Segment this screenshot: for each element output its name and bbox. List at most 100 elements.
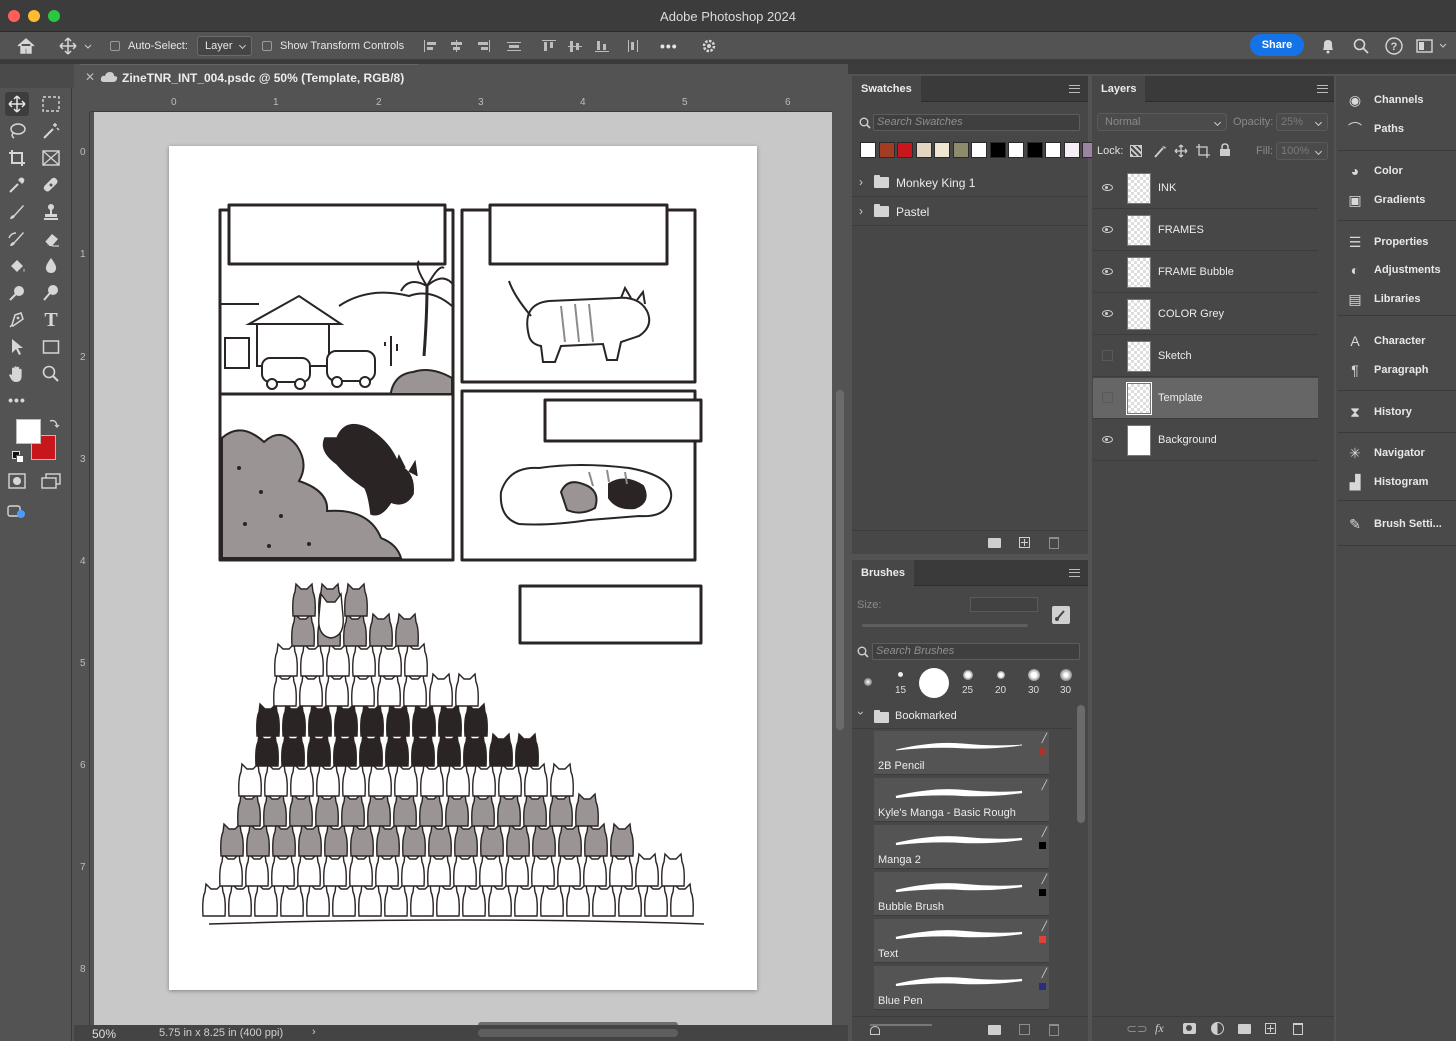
adjustment-layer-icon[interactable] (1211, 1022, 1224, 1035)
chevron-right-icon[interactable]: › (859, 204, 863, 218)
path-selection-icon[interactable] (5, 335, 29, 359)
document-page[interactable] (169, 146, 757, 990)
blur-tool-icon[interactable] (39, 254, 63, 278)
canvas-vertical-scroll-thumb[interactable] (836, 390, 844, 730)
dock-item-history[interactable]: ⧗ History (1345, 400, 1412, 424)
align-top-icon[interactable] (542, 40, 556, 52)
move-tool-preset-icon[interactable] (58, 32, 92, 60)
eyedropper-icon[interactable] (5, 173, 29, 197)
align-left-icon[interactable] (424, 40, 438, 52)
dock-item-paragraph[interactable]: ¶ Paragraph (1345, 358, 1428, 382)
brush-item[interactable]: ╱ Blue Pen (874, 966, 1049, 1010)
search-swatches-input[interactable]: Search Swatches (873, 114, 1080, 131)
edit-toolbar-icon[interactable]: ••• (5, 388, 29, 412)
color-swatch[interactable] (934, 142, 950, 158)
new-brush-icon[interactable] (1052, 606, 1070, 624)
layer-row[interactable]: FRAMES (1093, 210, 1318, 251)
distribute-icon[interactable] (507, 40, 521, 52)
zoom-brush-icon[interactable] (39, 281, 63, 305)
pen-tool-icon[interactable] (5, 308, 29, 332)
lock-image-pixels-icon[interactable] (1153, 144, 1167, 161)
dock-item-libraries[interactable]: ▤ Libraries (1345, 287, 1420, 311)
layers-tab[interactable]: Layers (1092, 76, 1146, 102)
workspace-icon[interactable] (1416, 32, 1450, 60)
document-tab[interactable]: ✕ ZineTNR_INT_004.psdc @ 50% (Template, … (80, 64, 418, 90)
eye-icon[interactable] (1102, 310, 1113, 317)
lock-transparent-icon[interactable] (1130, 145, 1142, 157)
link-layers-icon[interactable]: ⊂⊃ (1126, 1021, 1148, 1037)
rectangle-tool-icon[interactable] (39, 335, 63, 359)
screen-mode-icon[interactable] (39, 469, 63, 493)
brush-item[interactable]: ╱ Bubble Brush (874, 872, 1049, 916)
brushes-tab[interactable]: Brushes (852, 560, 915, 586)
auto-select-target-dropdown[interactable]: Layer (197, 36, 252, 56)
fill-field[interactable]: 100% (1276, 142, 1328, 160)
lock-position-icon[interactable] (1174, 144, 1188, 161)
status-menu-icon[interactable]: › (312, 1026, 316, 1038)
canvas-area[interactable] (94, 112, 832, 1025)
lock-artboard-icon[interactable] (1196, 144, 1210, 161)
align-vertical-center-icon[interactable] (568, 40, 582, 52)
color-swatch[interactable] (971, 142, 987, 158)
paint-bucket-icon[interactable] (5, 254, 29, 278)
blend-mode-dropdown[interactable]: Normal (1097, 113, 1227, 131)
dock-item-navigator[interactable]: ✳ Navigator (1345, 441, 1425, 465)
auto-select-checkbox[interactable] (110, 41, 120, 51)
contextual-taskbar-icon[interactable] (5, 499, 29, 523)
swatch-group-pastel[interactable]: › Pastel (852, 198, 1088, 226)
clone-stamp-icon[interactable] (39, 200, 63, 224)
help-icon[interactable]: ? (1385, 32, 1403, 60)
layer-row[interactable]: INK (1093, 168, 1318, 209)
gear-icon[interactable] (701, 32, 717, 60)
color-swatch[interactable] (860, 142, 876, 158)
visibility-toggle[interactable] (1102, 392, 1113, 403)
foreground-color-swatch[interactable] (16, 419, 41, 444)
color-swatch[interactable] (878, 142, 895, 158)
color-swatch[interactable] (897, 142, 913, 158)
opacity-field[interactable]: 25% (1276, 113, 1328, 131)
marquee-tool-icon[interactable] (39, 92, 63, 116)
status-scroll-thumb[interactable] (478, 1029, 678, 1037)
eye-icon[interactable] (1102, 184, 1113, 191)
magic-wand-icon[interactable] (39, 119, 63, 143)
document-size-info[interactable]: 5.75 in x 8.25 in (400 ppi) (159, 1027, 283, 1039)
dock-item-brush-setti[interactable]: ✎ Brush Setti... (1345, 512, 1442, 536)
new-brush-preset-icon[interactable] (1019, 1024, 1030, 1035)
brush-preset[interactable]: 25 (954, 666, 984, 700)
layer-row[interactable]: Template (1093, 378, 1318, 419)
more-options-button[interactable]: ••• (660, 32, 678, 60)
brush-list-scrollbar[interactable] (1077, 705, 1085, 823)
swap-colors-icon[interactable] (48, 417, 60, 432)
eraser-icon[interactable] (39, 227, 63, 251)
show-transform-checkbox[interactable] (262, 41, 272, 51)
dock-item-gradients[interactable]: ▣ Gradients (1345, 188, 1425, 212)
layer-style-icon[interactable]: fx (1155, 1021, 1164, 1036)
panel-menu-icon[interactable] (1069, 569, 1080, 577)
brush-item[interactable]: ╱ Manga 2 (874, 825, 1049, 869)
layer-row[interactable]: FRAME Bubble (1093, 252, 1318, 293)
dodge-tool-icon[interactable] (5, 281, 29, 305)
eye-icon[interactable] (1102, 226, 1113, 233)
new-swatch-icon[interactable] (1019, 537, 1030, 548)
brush-item[interactable]: ╱ Kyle's Manga - Basic Rough (874, 778, 1049, 822)
color-swatch[interactable] (1008, 142, 1024, 158)
bell-icon[interactable] (1320, 32, 1336, 60)
dock-item-properties[interactable]: ☰ Properties (1345, 230, 1429, 254)
move-tool-icon[interactable] (5, 92, 29, 116)
lock-all-icon[interactable] (1219, 143, 1231, 160)
swatch-group-monkey-king[interactable]: › Monkey King 1 (852, 169, 1088, 197)
trash-icon[interactable] (1293, 1023, 1303, 1035)
eye-icon[interactable] (1102, 436, 1113, 443)
brush-size-slider[interactable] (862, 624, 1028, 627)
eye-icon[interactable] (1102, 268, 1113, 275)
color-swatch[interactable] (952, 142, 969, 158)
trash-icon[interactable] (1049, 1024, 1059, 1036)
add-mask-icon[interactable] (1183, 1023, 1196, 1034)
brush-preset[interactable]: 15 (886, 666, 916, 700)
color-swatch[interactable] (1026, 142, 1043, 158)
new-group-folder-icon[interactable] (988, 1025, 1001, 1035)
zoom-tool-icon[interactable] (39, 362, 63, 386)
dock-item-paths[interactable]: ⌒ Paths (1345, 117, 1404, 141)
panel-menu-icon[interactable] (1317, 85, 1328, 93)
dock-item-character[interactable]: A Character (1345, 329, 1425, 353)
